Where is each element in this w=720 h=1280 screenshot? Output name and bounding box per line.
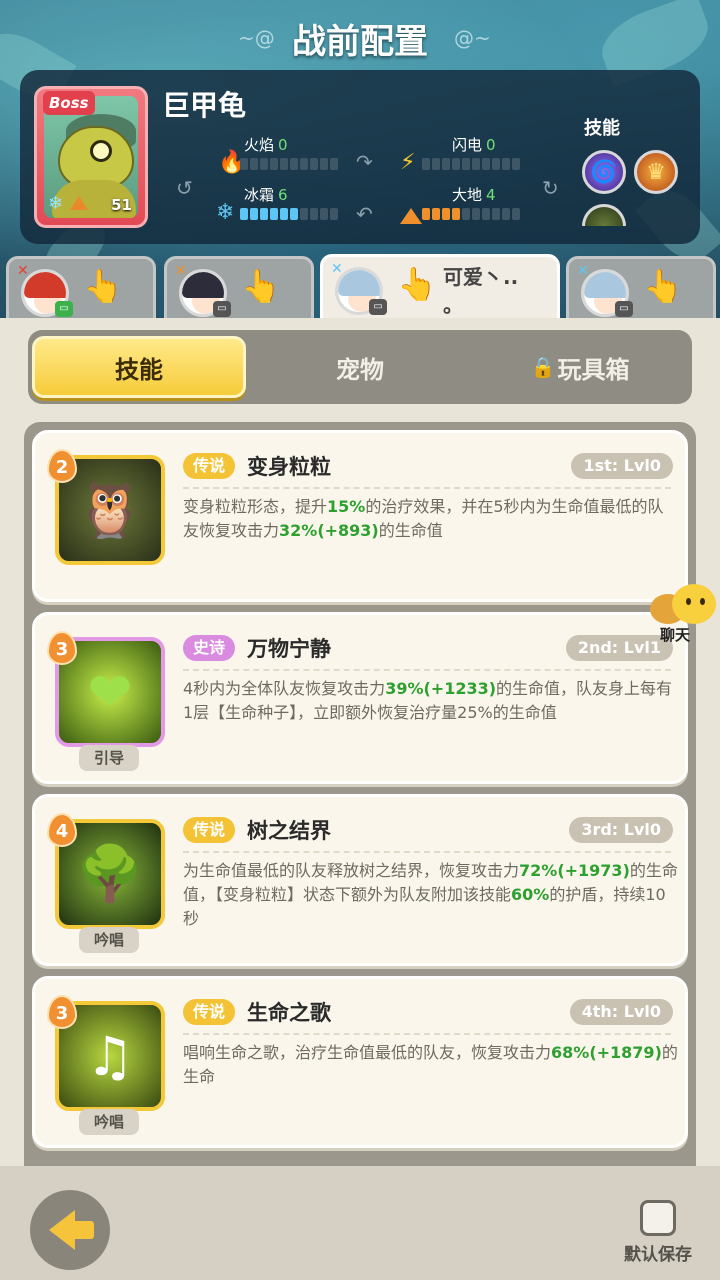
default-save-label: 默认保存: [624, 1245, 692, 1265]
chat-badge-icon: ▭: [213, 301, 231, 317]
tap-hand-icon: 👆: [83, 267, 123, 305]
earth-element-icon: [70, 196, 88, 210]
skill-description: 唱响生命之歌，治疗生命值最低的队友，恢复攻击力68%(+1879)的生命: [183, 1043, 678, 1086]
skill-order-badge: 4th: Lvl0: [569, 999, 673, 1025]
lightning-icon: ⚡: [400, 150, 416, 175]
skill-card[interactable]: 🌳 4 吟唱 传说 树之结界 3rd: Lvl0 为生命值最低的队友释放树之结界…: [32, 794, 688, 966]
skill-cast-type: 引导: [79, 745, 139, 771]
rarity-badge: 传说: [183, 999, 236, 1025]
tap-hand-icon: 👆: [643, 267, 683, 305]
lightning-bar: [422, 158, 520, 170]
boss-badge: Boss: [43, 91, 95, 115]
skill-order-badge: 1st: Lvl0: [571, 453, 673, 479]
stat-ice: 冰霜 6: [244, 186, 288, 204]
bottom-bar: 默认保存: [0, 1166, 720, 1280]
fire-badge-icon: ✕: [17, 263, 29, 279]
skill-card[interactable]: ♫ 3 吟唱 传说 生命之歌 4th: Lvl0 唱响生命之歌，治疗生命值最低的…: [32, 976, 688, 1148]
ice-icon: ❄: [216, 200, 235, 225]
skill-card[interactable]: 🦉 2 传说 变身粒粒 1st: Lvl0 变身粒粒形态，提升15%的治疗效果，…: [32, 430, 688, 602]
skill-name: 万物宁静: [247, 637, 331, 661]
speech-bubble: 可爱丶.. 。: [443, 265, 519, 317]
skill-description: 变身粒粒形态，提升15%的治疗效果，并在5秒内为生命值最低的队友恢复攻击力32%…: [183, 497, 664, 540]
skill-description: 为生命值最低的队友释放树之结界，恢复攻击力72%(+1973)的生命值，【变身粒…: [183, 861, 678, 928]
boss-skill-crown-icon[interactable]: ♛: [634, 150, 678, 194]
cycle-arrow-icon: ↶: [356, 202, 373, 226]
earth-bar: [422, 208, 520, 220]
section-tabs: 技能 宠物 🔒 玩具箱: [28, 330, 692, 404]
skill-name: 生命之歌: [247, 1001, 331, 1025]
boss-skill-partial-icon[interactable]: [582, 204, 626, 226]
tap-hand-icon: 👆: [241, 267, 281, 305]
skill-card[interactable]: ❤ 3 引导 史诗 万物宁静 2nd: Lvl1 4秒内为全体队友恢复攻击力39…: [32, 612, 688, 784]
boss-skill-vortex-icon[interactable]: 🌀: [582, 150, 626, 194]
tab-skills[interactable]: 技能: [32, 336, 246, 398]
rarity-badge: 传说: [183, 817, 236, 843]
tab-pets[interactable]: 宠物: [254, 336, 466, 398]
team-tab-4[interactable]: ✕ ▭ 👆: [566, 256, 716, 322]
stat-fire: 火焰 0: [244, 136, 288, 154]
skill-description: 4秒内为全体队友恢复攻击力39%(+1233)的生命值，队友身上每有1层【生命种…: [183, 679, 673, 722]
cycle-arrow-icon: ↻: [542, 176, 559, 200]
tap-hand-icon: 👆: [397, 265, 437, 303]
skill-slot-number: 3: [47, 995, 77, 1029]
ice-badge-icon: ✕: [331, 261, 343, 277]
team-tab-3[interactable]: ✕ ▭ 👆 可爱丶.. 。: [320, 254, 560, 324]
skill-slot-number: 3: [47, 631, 77, 665]
cycle-arrow-icon: ↷: [356, 150, 373, 174]
ice-badge-icon: ✕: [577, 263, 589, 279]
rarity-badge: 史诗: [183, 635, 236, 661]
skill-name: 变身粒粒: [247, 455, 331, 479]
rarity-badge: 传说: [183, 453, 236, 479]
config-content: 技能 宠物 🔒 玩具箱 🦉 2 传说 变身粒粒 1st: Lvl0 变身粒粒形态，…: [0, 318, 720, 1280]
skill-slot-number: 2: [47, 449, 77, 483]
ice-bar: [240, 208, 338, 220]
earth-badge-icon: ✕: [175, 263, 187, 279]
boss-name: 巨甲龟: [162, 89, 247, 122]
skill-list[interactable]: 🦉 2 传说 变身粒粒 1st: Lvl0 变身粒粒形态，提升15%的治疗效果，…: [24, 422, 696, 1262]
ice-element-icon: ❄: [48, 193, 64, 214]
cycle-arrow-icon: ↺: [176, 176, 193, 200]
boss-skills-label: 技能: [584, 118, 620, 139]
boss-level: 51: [111, 196, 132, 214]
chat-label: 聊天: [660, 626, 691, 644]
skill-name: 树之结界: [247, 819, 331, 843]
default-save-checkbox[interactable]: [640, 1200, 676, 1236]
earth-icon: [400, 208, 422, 224]
page-title: 战前配置: [292, 22, 428, 62]
stat-lightning: 闪电 0: [452, 136, 496, 154]
lock-icon: 🔒: [530, 355, 556, 379]
tab-toybox-label: 玩具箱: [557, 355, 630, 384]
skill-slot-number: 4: [47, 813, 77, 847]
team-tab-1[interactable]: ✕ ▭ 👆: [6, 256, 156, 322]
chat-badge-icon: ▭: [55, 301, 73, 317]
skill-cast-type: 吟唱: [79, 1109, 139, 1135]
chat-badge-icon: ▭: [615, 301, 633, 317]
stat-earth: 大地 4: [452, 186, 496, 204]
boss-portrait[interactable]: ❄ 51 Boss: [34, 86, 148, 228]
tab-toybox[interactable]: 🔒 玩具箱: [474, 336, 686, 398]
fire-bar: [240, 158, 338, 170]
chat-badge-icon: ▭: [369, 299, 387, 315]
chat-button[interactable]: 聊天: [650, 584, 720, 650]
boss-panel: ❄ 51 Boss 巨甲龟 🔥 火焰 0 ⚡ 闪电 0 ❄ 冰霜 6 大地 4 ↺ ↷ …: [20, 70, 700, 244]
back-button[interactable]: [30, 1190, 110, 1270]
skill-order-badge: 3rd: Lvl0: [569, 817, 673, 843]
skill-cast-type: 吟唱: [79, 927, 139, 953]
team-tab-2[interactable]: ✕ ▭ 👆: [164, 256, 314, 322]
